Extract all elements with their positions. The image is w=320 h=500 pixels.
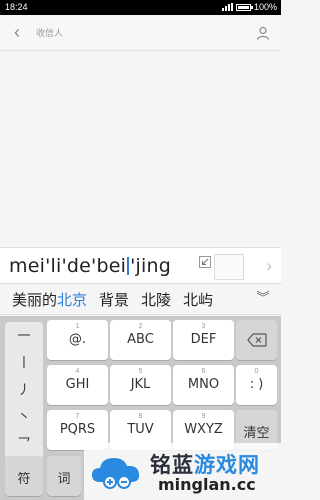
watermark-title-b: 游戏网 [194,454,260,477]
text-caret [127,257,130,275]
battery-icon [235,3,253,11]
backspace-icon [246,333,267,347]
status-indicators: 100% [221,2,277,12]
key-2[interactable]: 2 ABC [110,320,171,360]
key-number: 9 [201,413,206,420]
candidate-text: 北陵 [141,291,172,309]
key-number: 6 [201,368,206,375]
candidate-text: 美丽的 [12,291,58,309]
key-number: 7 [75,413,80,420]
compose-row: mei'li'de'bei'jing › [0,247,281,283]
signal-icon [221,3,233,11]
symbol-key[interactable]: 符 [5,456,43,496]
candidate-text: 背景 [99,291,130,309]
key-label: TUV [127,422,154,437]
recipient-bar: ‹ [0,15,281,51]
candidate-item[interactable]: 背景 [99,289,129,310]
key-1[interactable]: 1 @. [47,320,108,360]
key-number: 2 [138,323,143,330]
battery-percent: 100% [253,2,277,12]
stroke-key[interactable]: 乛 [5,430,43,458]
contact-icon[interactable] [255,25,271,41]
candidate-highlight: 北京 [57,291,88,309]
chevron-down-icon[interactable]: ︾ [245,284,281,314]
send-icon[interactable]: › [266,256,272,276]
status-time: 18:24 [5,2,28,12]
compose-text-before: mei'li'de'bei [9,255,127,277]
watermark: 铭蓝游戏网 minglan.cc [84,443,281,500]
stroke-key[interactable]: 丨 [5,349,43,377]
watermark-title-a: 铭蓝 [150,454,194,477]
compose-input[interactable]: mei'li'de'bei'jing [9,255,171,277]
key-label: GHI [65,377,90,392]
key-label: 清空 [243,426,270,441]
phrase-key[interactable]: 词 [47,456,81,496]
key-number: 8 [138,413,143,420]
stroke-key[interactable]: 丶 [5,403,43,431]
candidate-item[interactable]: 北屿 [183,289,213,310]
key-label: JKL [130,377,151,392]
key-number: 3 [201,323,206,330]
cloud-logo-icon [92,458,140,489]
key-number: 4 [75,368,80,375]
candidate-item[interactable]: 美丽的北京 [12,289,87,310]
key-label: MNO [187,377,220,392]
message-area [0,52,281,247]
candidate-text: 北屿 [183,291,214,309]
stroke-panel: 一 丨 丿 丶 乛 [5,322,43,459]
key-label: ABC [127,332,154,347]
key-label: 符 [17,472,31,487]
key-label: 词 [57,472,71,487]
status-bar: 18:24 100% [0,0,281,15]
key-number: 1 [75,323,80,330]
key-0[interactable]: 0 : ) [236,365,277,405]
back-icon[interactable]: ‹ [8,23,26,42]
recipient-input[interactable] [36,24,236,42]
key-3[interactable]: 3 DEF [173,320,234,360]
key-label: : ) [249,377,264,392]
stroke-key[interactable]: 丿 [5,376,43,404]
key-number: 5 [138,368,143,375]
compose-text-after: 'jing [130,255,171,277]
key-label: PQRS [59,422,96,437]
key-4[interactable]: 4 GHI [47,365,108,405]
candidate-item[interactable]: 北陵 [141,289,171,310]
candidate-bar: 美丽的北京 背景 北陵 北屿 ︾ [0,283,281,315]
backspace-key[interactable] [236,320,277,360]
watermark-url: minglan.cc [158,475,256,494]
key-label: @. [68,332,87,347]
attachment-slot[interactable] [214,254,244,280]
key-label: DEF [190,332,217,347]
expand-icon[interactable] [199,256,211,268]
key-number: 0 [254,368,259,375]
key-5[interactable]: 5 JKL [110,365,171,405]
key-6[interactable]: 6 MNO [173,365,234,405]
key-label: WXYZ [184,422,223,437]
stroke-key[interactable]: 一 [5,322,43,350]
